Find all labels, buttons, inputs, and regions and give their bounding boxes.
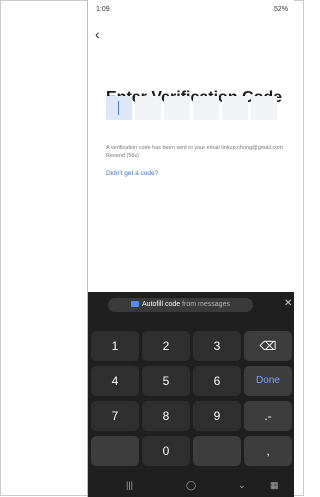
phone-screen: 1:09 52% ‹ Enter Verification Code A ver… bbox=[88, 0, 294, 497]
status-bar: 1:09 52% bbox=[88, 0, 294, 18]
key-4[interactable]: 4 bbox=[91, 366, 139, 396]
key-9[interactable]: 9 bbox=[193, 401, 241, 431]
numeric-keyboard: Autofill code from messages ✕ 1 2 3 ⌫ 4 … bbox=[88, 292, 294, 497]
otp-box-5[interactable] bbox=[222, 96, 248, 120]
backspace-key[interactable]: ⌫ bbox=[244, 331, 292, 361]
key-7[interactable]: 7 bbox=[91, 401, 139, 431]
empty-key bbox=[91, 436, 139, 466]
home-icon[interactable]: ◯ bbox=[186, 480, 196, 491]
otp-box-1[interactable] bbox=[106, 96, 132, 120]
key-0[interactable]: 0 bbox=[142, 436, 190, 466]
autofill-label: Autofill code bbox=[142, 301, 181, 308]
text-cursor bbox=[118, 101, 119, 115]
done-key[interactable]: Done bbox=[244, 366, 292, 396]
autofill-source: from messages bbox=[182, 301, 230, 308]
key-3[interactable]: 3 bbox=[193, 331, 241, 361]
keyboard-switch-icon[interactable]: ▦ bbox=[270, 480, 279, 491]
recents-icon[interactable]: ||| bbox=[126, 480, 133, 490]
status-time: 1:09 bbox=[96, 6, 110, 13]
didnt-get-code-link[interactable]: Didn't get a code? bbox=[106, 170, 158, 177]
otp-box-4[interactable] bbox=[193, 96, 219, 120]
key-2[interactable]: 2 bbox=[142, 331, 190, 361]
key-1[interactable]: 1 bbox=[91, 331, 139, 361]
close-icon[interactable]: ✕ bbox=[284, 298, 292, 309]
autofill-suggestion[interactable]: Autofill code from messages bbox=[108, 298, 253, 312]
otp-box-3[interactable] bbox=[164, 96, 190, 120]
otp-box-6[interactable] bbox=[251, 96, 277, 120]
space-key[interactable] bbox=[193, 436, 241, 466]
verification-info: A verification code has been sent to you… bbox=[106, 145, 283, 159]
navigation-bar: ||| ◯ ⌄ ▦ bbox=[88, 476, 294, 496]
suggestion-bar: Autofill code from messages ✕ bbox=[88, 292, 294, 317]
key-5[interactable]: 5 bbox=[142, 366, 190, 396]
message-icon bbox=[131, 301, 140, 307]
otp-box-2[interactable] bbox=[135, 96, 161, 120]
otp-input[interactable] bbox=[106, 96, 281, 120]
key-6[interactable]: 6 bbox=[193, 366, 241, 396]
back-arrow-icon[interactable]: ‹ bbox=[95, 27, 100, 41]
comma-key[interactable]: , bbox=[244, 436, 292, 466]
back-nav-icon[interactable]: ⌄ bbox=[238, 480, 246, 491]
punctuation-key[interactable]: .- bbox=[244, 401, 292, 431]
status-battery: 52% bbox=[273, 6, 288, 13]
key-8[interactable]: 8 bbox=[142, 401, 190, 431]
